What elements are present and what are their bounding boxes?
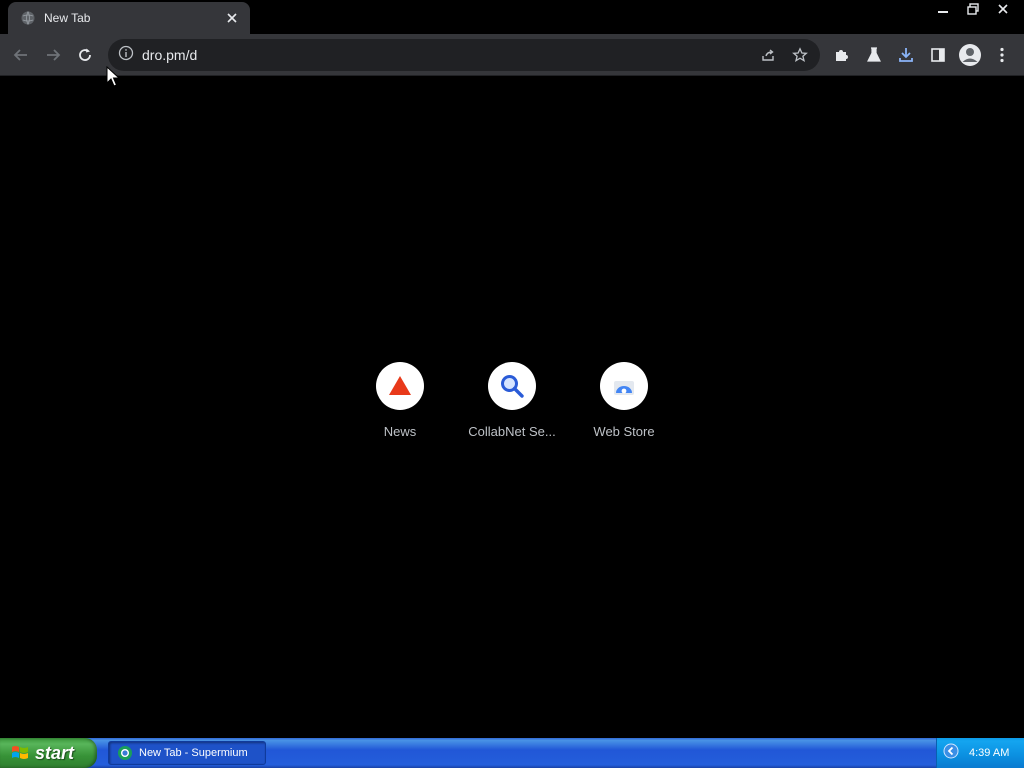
side-panel-icon xyxy=(931,48,945,62)
tray-expand-icon[interactable] xyxy=(943,743,959,764)
reload-icon xyxy=(79,48,91,61)
menu-button[interactable] xyxy=(986,39,1018,71)
system-tray: 4:39 AM xyxy=(936,738,1024,768)
bookmark-star-icon[interactable] xyxy=(784,39,816,71)
toolbar-actions xyxy=(826,39,1018,71)
reload-button[interactable] xyxy=(69,39,101,71)
labs-button[interactable] xyxy=(858,39,890,71)
address-bar[interactable]: dro.pm/d xyxy=(108,39,820,71)
forward-button[interactable] xyxy=(37,39,69,71)
shortcut-web-store[interactable]: Web Store xyxy=(568,362,680,439)
shortcut-news[interactable]: News xyxy=(344,362,456,439)
side-panel-button[interactable] xyxy=(922,39,954,71)
web-store-icon xyxy=(600,362,648,410)
globe-icon xyxy=(20,10,36,26)
profile-button[interactable] xyxy=(954,39,986,71)
tab-new-tab[interactable]: New Tab xyxy=(8,2,250,34)
start-button[interactable]: start xyxy=(0,738,97,768)
shortcut-collabnet[interactable]: CollabNet Se... xyxy=(456,362,568,439)
windows-logo-icon xyxy=(12,746,28,759)
taskbar-item-supermium[interactable]: New Tab - Supermium xyxy=(108,741,266,765)
flask-icon xyxy=(867,47,881,62)
close-window-button[interactable] xyxy=(988,0,1018,18)
close-tab-icon[interactable] xyxy=(224,10,240,26)
magnifier-icon xyxy=(488,362,536,410)
kebab-menu-icon xyxy=(1000,47,1004,63)
new-tab-page: News CollabNet Se... Web Store xyxy=(0,77,1024,738)
tab-title: New Tab xyxy=(44,11,91,25)
forward-arrow-icon xyxy=(47,49,61,61)
shortcut-tiles: News CollabNet Se... Web Store xyxy=(344,362,680,439)
mouse-pointer-icon xyxy=(106,65,121,93)
supermium-app-icon xyxy=(118,746,132,760)
extensions-button[interactable] xyxy=(826,39,858,71)
puzzle-icon xyxy=(836,50,848,61)
share-icon[interactable] xyxy=(752,39,784,71)
start-label: start xyxy=(35,742,75,763)
restore-button[interactable] xyxy=(958,0,988,18)
toolbar: dro.pm/d xyxy=(0,34,1024,76)
taskbar: start New Tab - Supermium 4:39 AM xyxy=(0,738,1024,768)
shortcut-label: CollabNet Se... xyxy=(468,424,556,439)
minimize-button[interactable] xyxy=(928,0,958,18)
shortcut-label: News xyxy=(383,424,417,439)
triangle-icon xyxy=(376,362,424,410)
shortcut-label: Web Store xyxy=(593,424,655,439)
info-icon[interactable] xyxy=(118,45,134,66)
avatar-icon xyxy=(959,44,981,66)
clock[interactable]: 4:39 AM xyxy=(969,747,1009,759)
browser-window: New Tab dro.pm/d News CollabNet Se... We… xyxy=(0,0,1024,738)
back-arrow-icon xyxy=(13,49,27,61)
window-controls xyxy=(928,0,1018,18)
download-icon xyxy=(899,48,913,62)
tab-strip: New Tab xyxy=(0,0,1024,34)
taskbar-item-label: New Tab - Supermium xyxy=(139,747,248,759)
url-text[interactable]: dro.pm/d xyxy=(142,47,752,63)
back-button[interactable] xyxy=(5,39,37,71)
downloads-button[interactable] xyxy=(890,39,922,71)
